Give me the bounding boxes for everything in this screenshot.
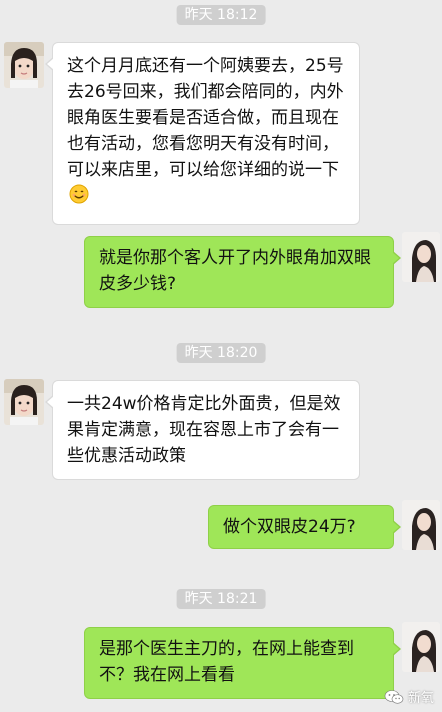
user-avatar-icon — [402, 232, 440, 282]
watermark-text: 新氧 — [407, 691, 434, 706]
watermark: 新氧 — [384, 687, 434, 706]
wechat-logo-icon — [384, 689, 404, 704]
contact-avatar-icon — [4, 379, 44, 425]
user-avatar[interactable] — [402, 622, 440, 672]
user-avatar-icon — [402, 622, 440, 672]
chat-area[interactable]: 昨天 18:12 这个月月底还有一个阿姨要去，25号去26号回来，我们都会陪同的… — [0, 0, 442, 712]
timestamp: 昨天 18:12 — [176, 5, 266, 25]
message-text: 做个双眼皮24万? — [223, 517, 356, 537]
user-avatar[interactable] — [402, 500, 440, 550]
smile-emoji-icon — [69, 184, 89, 212]
timestamp: 昨天 18:20 — [176, 343, 266, 363]
timestamp: 昨天 18:21 — [176, 589, 266, 609]
message-bubble-outgoing[interactable]: 做个双眼皮24万? — [208, 505, 401, 549]
message-text: 是那个医生主刀的，在网上能查到不？我在网上看看 — [99, 639, 354, 685]
message-bubble-incoming[interactable]: 这个月月底还有一个阿姨要去，25号去26号回来，我们都会陪同的，内外眼角医生要看… — [45, 42, 360, 225]
user-avatar-icon — [402, 500, 440, 550]
message-text: 这个月月底还有一个阿姨要去，25号去26号回来，我们都会陪同的，内外眼角医生要看… — [67, 56, 344, 180]
contact-avatar-icon — [4, 42, 44, 88]
contact-avatar[interactable] — [4, 42, 44, 88]
contact-avatar[interactable] — [4, 379, 44, 425]
message-text: 就是你那个客人开了内外眼角加双眼皮多少钱? — [99, 248, 371, 294]
message-bubble-outgoing[interactable]: 是那个医生主刀的，在网上能查到不？我在网上看看 — [84, 627, 401, 699]
message-bubble-incoming[interactable]: 一共24w价格肯定比外面贵，但是效果肯定满意，现在容恩上市了会有一些优惠活动政策 — [45, 380, 360, 480]
message-text: 一共24w价格肯定比外面贵，但是效果肯定满意，现在容恩上市了会有一些优惠活动政策 — [67, 394, 341, 466]
message-bubble-outgoing[interactable]: 就是你那个客人开了内外眼角加双眼皮多少钱? — [84, 236, 401, 308]
user-avatar[interactable] — [402, 232, 440, 282]
